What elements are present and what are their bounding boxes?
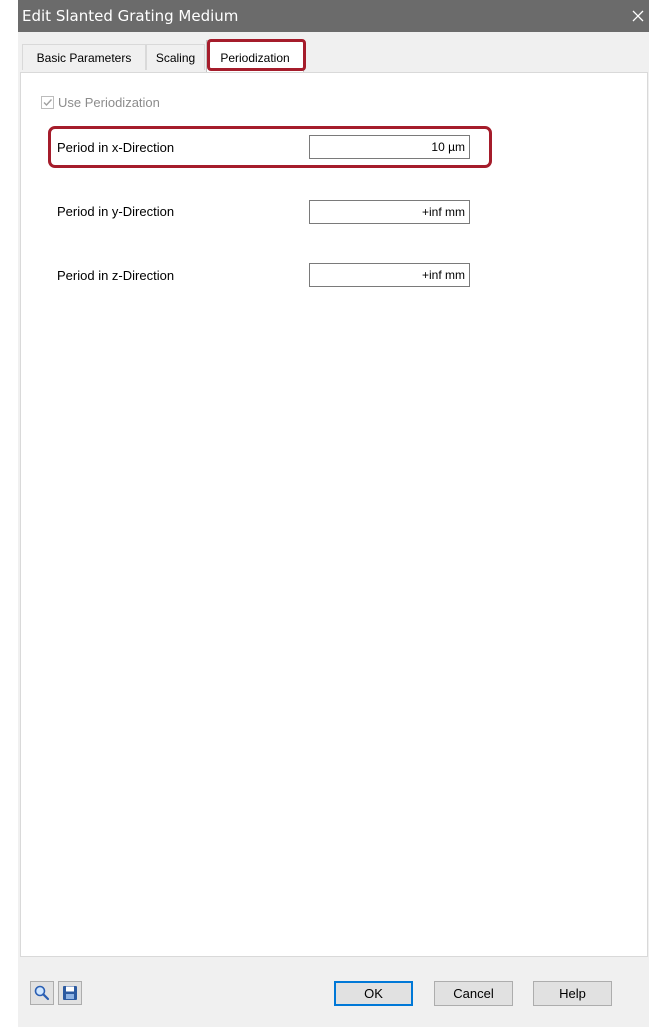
title-bar[interactable]: Edit Slanted Grating Medium xyxy=(18,0,649,32)
floppy-disk-icon xyxy=(63,986,77,1000)
dialog-window: Edit Slanted Grating Medium Basic Parame… xyxy=(18,0,649,1027)
tab-label: Basic Parameters xyxy=(36,50,132,65)
checkbox-box xyxy=(41,96,54,109)
dialog-footer: OK Cancel Help xyxy=(18,957,649,1027)
period-z-label: Period in z-Direction xyxy=(57,268,175,283)
period-x-label: Period in x-Direction xyxy=(57,140,175,155)
ok-button[interactable]: OK xyxy=(334,981,413,1006)
tab-strip: Basic Parameters Scaling Periodization xyxy=(18,32,649,74)
periodization-panel: Use Periodization Period in x-Direction … xyxy=(20,72,648,957)
period-y-label: Period in y-Direction xyxy=(57,204,175,219)
search-button[interactable] xyxy=(30,981,54,1005)
tab-label: Periodization xyxy=(220,50,290,65)
save-button[interactable] xyxy=(58,981,82,1005)
ok-label: OK xyxy=(364,986,383,1001)
magnifier-icon xyxy=(34,985,50,1001)
window-title: Edit Slanted Grating Medium xyxy=(22,7,239,25)
period-z-input[interactable]: +inf mm xyxy=(309,263,470,287)
use-periodization-checkbox[interactable]: Use Periodization xyxy=(41,95,160,110)
help-button[interactable]: Help xyxy=(533,981,612,1006)
tab-label: Scaling xyxy=(155,50,196,65)
tab-basic-parameters[interactable]: Basic Parameters xyxy=(22,44,146,70)
cancel-button[interactable]: Cancel xyxy=(434,981,513,1006)
checkmark-icon xyxy=(43,99,53,107)
period-x-input[interactable]: 10 µm xyxy=(309,135,470,159)
tab-periodization[interactable]: Periodization xyxy=(206,40,304,74)
period-y-input[interactable]: +inf mm xyxy=(309,200,470,224)
cancel-label: Cancel xyxy=(453,986,494,1001)
use-periodization-label: Use Periodization xyxy=(58,95,160,110)
tab-scaling[interactable]: Scaling xyxy=(146,44,205,70)
help-label: Help xyxy=(559,986,586,1001)
close-icon[interactable] xyxy=(627,0,649,32)
